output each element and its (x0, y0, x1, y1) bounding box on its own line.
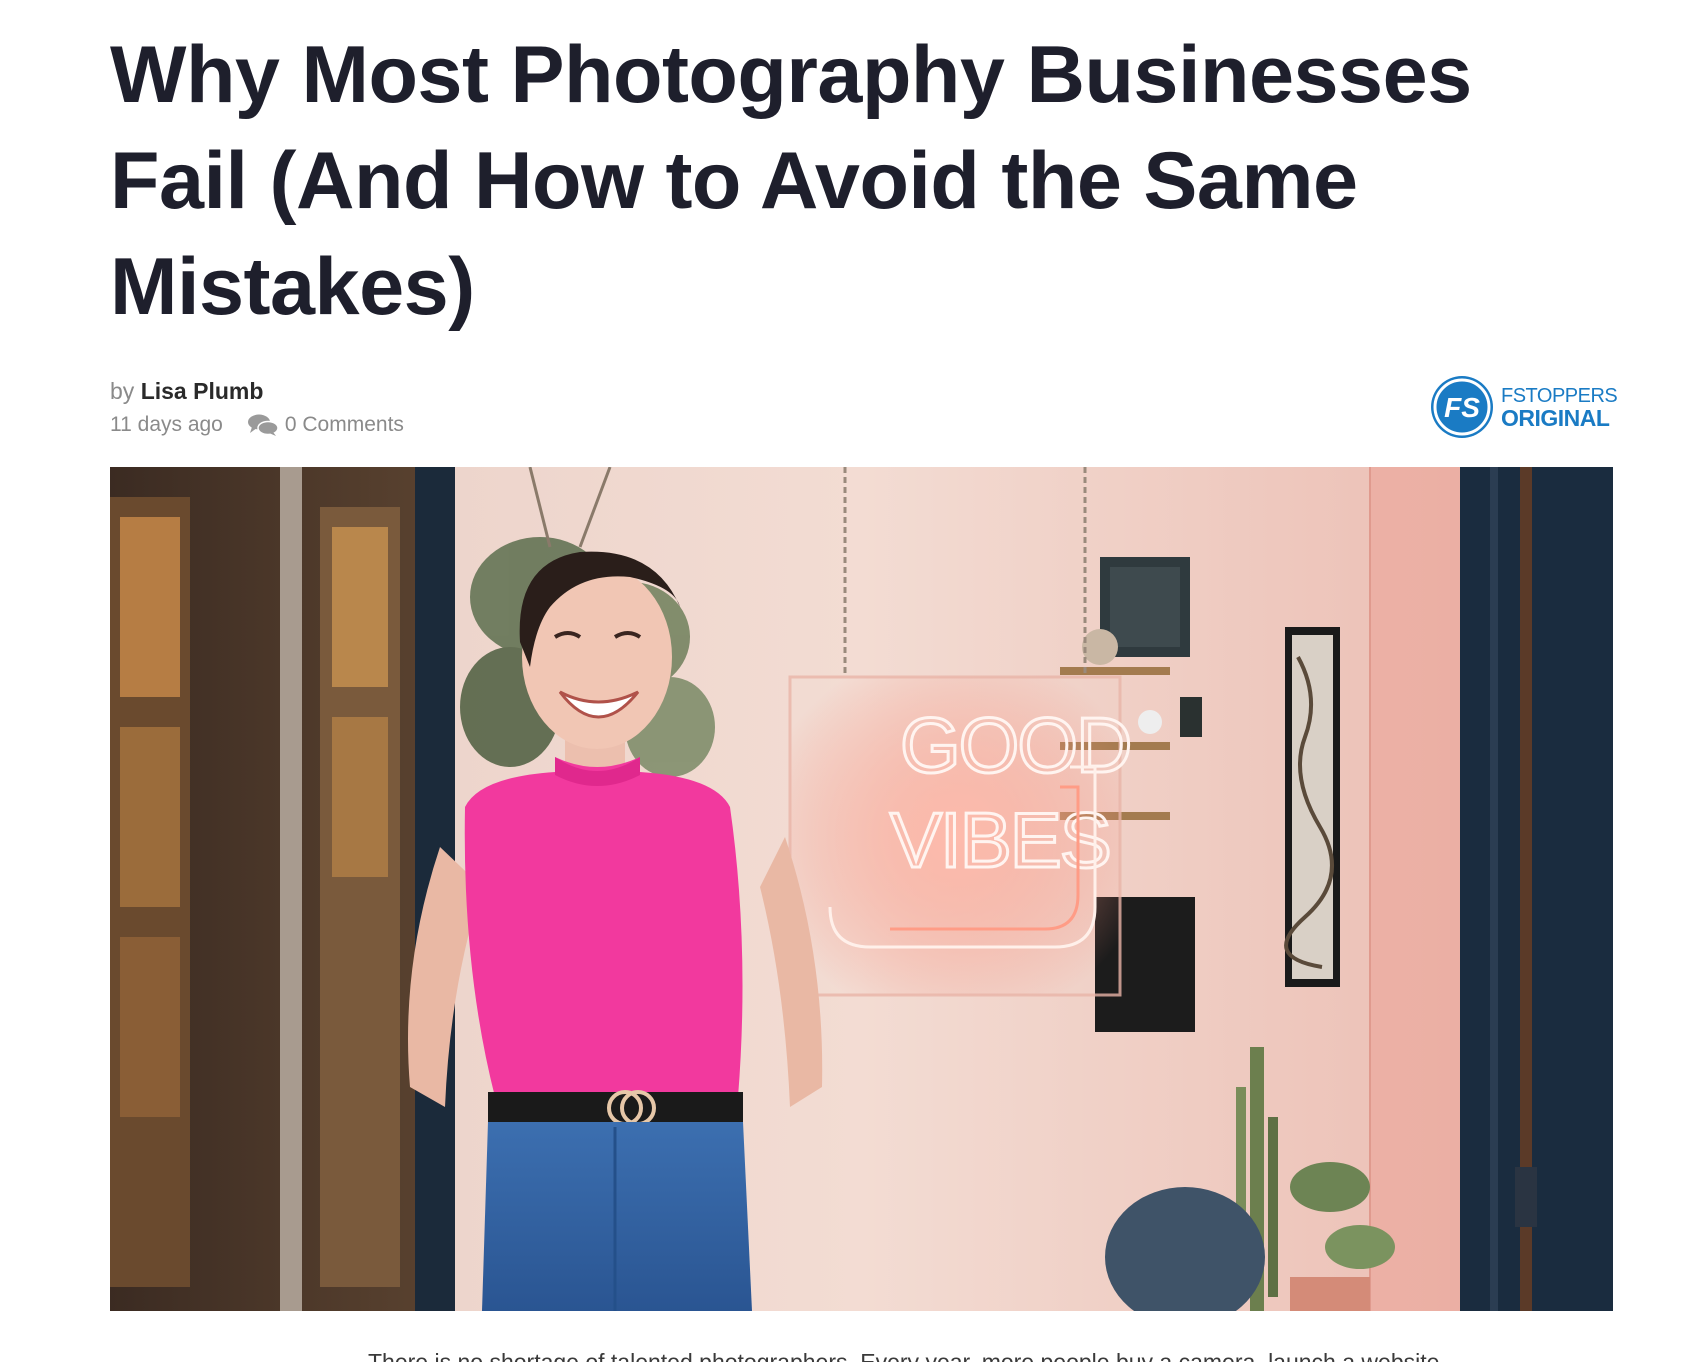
badge-line2: ORIGINAL (1501, 405, 1610, 431)
publish-date: 11 days ago (110, 413, 223, 436)
article-meta: 11 days ago 0 Comments (110, 413, 404, 437)
fstoppers-logo-icon: FS (1431, 376, 1493, 438)
article-title: Why Most Photography Businesses Fail (An… (110, 30, 1472, 332)
article: Why Most Photography Businesses Fail (An… (110, 0, 1618, 1362)
speech-bubbles-icon (247, 414, 279, 436)
byline-prefix: by (110, 378, 135, 404)
fstoppers-original-badge[interactable]: FS FSTOPPERS ORIGINAL (1431, 376, 1618, 438)
hero-image: GOOD VIBES (110, 467, 1613, 1311)
first-paragraph: There is no shortage of talented photogr… (368, 1349, 1440, 1362)
first-paragraph-clip: There is no shortage of talented photogr… (368, 1348, 1613, 1362)
badge-text: FSTOPPERS ORIGINAL (1501, 385, 1618, 431)
logo-text: FS (1444, 392, 1480, 423)
comments-link[interactable]: 0 Comments (247, 413, 404, 437)
badge-line1: FSTOPPERS (1501, 385, 1618, 407)
byline: by Lisa Plumb (110, 378, 263, 405)
author-link[interactable]: Lisa Plumb (141, 378, 264, 404)
comments-count: 0 Comments (284, 413, 404, 436)
